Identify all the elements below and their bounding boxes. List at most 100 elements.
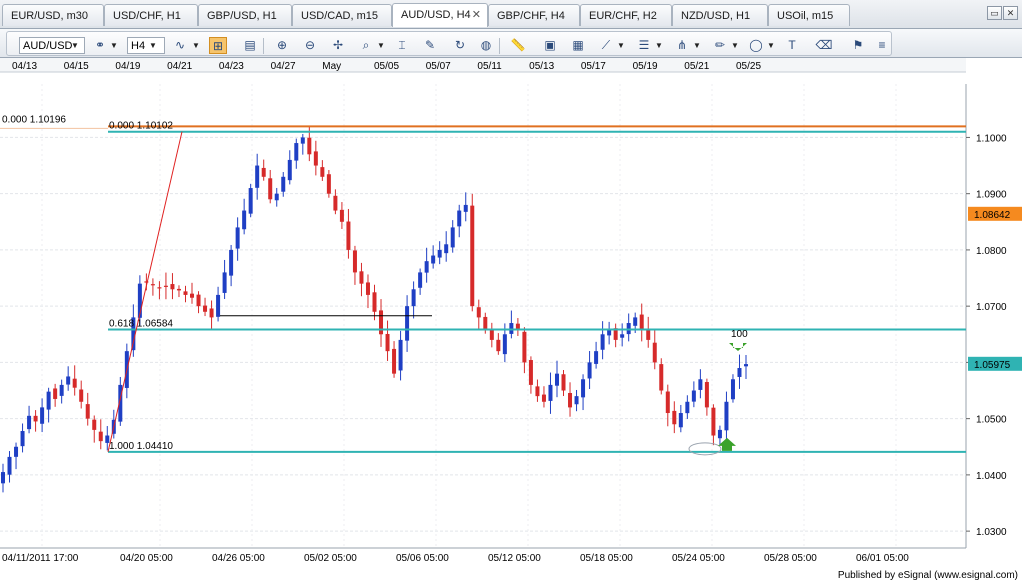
data-window-icon[interactable]: ▤ bbox=[241, 37, 259, 54]
top-date-label: 05/21 bbox=[684, 61, 709, 72]
image-icon[interactable]: ▣ bbox=[541, 37, 559, 54]
candle-body bbox=[711, 407, 716, 436]
candle-body bbox=[411, 289, 416, 307]
candle-body bbox=[659, 364, 664, 391]
candle-body bbox=[274, 193, 279, 201]
candle-body bbox=[72, 378, 77, 388]
candle-body bbox=[170, 284, 175, 290]
candle-body bbox=[737, 368, 742, 377]
zoom-box-icon[interactable]: ⌕ bbox=[357, 37, 375, 54]
candle-body bbox=[20, 431, 25, 447]
tab-eurchf[interactable]: EUR/CHF, H2 bbox=[580, 4, 672, 26]
tab-label: EUR/USD, m30 bbox=[11, 10, 89, 22]
symbol-dropdown-icon[interactable]: ▼ bbox=[71, 41, 79, 50]
properties-icon[interactable]: ⚑ bbox=[849, 37, 867, 54]
top-date-label: May bbox=[322, 61, 341, 72]
candle-body bbox=[698, 379, 703, 390]
chart-type-icon[interactable]: ∿ bbox=[171, 37, 189, 54]
pitchfork-icon[interactable]: ⋔ bbox=[673, 37, 691, 54]
cursor-mode-icon[interactable]: ⊞ bbox=[209, 37, 227, 54]
candle-body bbox=[190, 293, 195, 298]
candle-body bbox=[652, 342, 657, 363]
link-symbols-icon[interactable]: ⚭ bbox=[91, 37, 109, 54]
ellipse-dropdown-icon[interactable]: ▼ bbox=[767, 41, 775, 50]
candle-body bbox=[398, 339, 403, 371]
tab-close-icon[interactable]: ✕ bbox=[472, 4, 481, 26]
pitchfork-dropdown-icon[interactable]: ▼ bbox=[693, 41, 701, 50]
ellipse-icon[interactable]: ◯ bbox=[747, 37, 765, 54]
candle-body bbox=[633, 317, 638, 326]
time-tick-label: 04/20 05:00 bbox=[120, 553, 173, 564]
price-tick-label: 1.0900 bbox=[976, 190, 1007, 201]
tab-nzdusd[interactable]: NZD/USD, H1 bbox=[672, 4, 768, 26]
tab-gbpchf[interactable]: GBP/CHF, H4 bbox=[488, 4, 580, 26]
eraser-icon[interactable]: ⌫ bbox=[815, 37, 833, 54]
candle-body bbox=[515, 323, 520, 329]
tab-label: GBP/USD, H1 bbox=[207, 10, 277, 22]
globe-icon[interactable]: ◍ bbox=[477, 37, 495, 54]
crosshair-icon[interactable]: ✢ bbox=[329, 37, 347, 54]
tab-usoil[interactable]: USOil, m15 bbox=[768, 4, 850, 26]
candle-body bbox=[261, 167, 266, 177]
candle-body bbox=[59, 384, 64, 396]
price-tick-label: 1.0800 bbox=[976, 246, 1007, 257]
candle-body bbox=[620, 334, 625, 338]
price-tick-label: 1.0700 bbox=[976, 302, 1007, 313]
candle-body bbox=[744, 364, 748, 367]
candle-body bbox=[183, 291, 188, 295]
tab-usdcad[interactable]: USD/CAD, m15 bbox=[292, 4, 392, 26]
zoom-in-icon[interactable]: ⊕ bbox=[273, 37, 291, 54]
pen-dropdown-icon[interactable]: ▼ bbox=[731, 41, 739, 50]
zoom-out-icon[interactable]: ⊖ bbox=[301, 37, 319, 54]
cursor-tool-icon[interactable]: ⌶ bbox=[393, 37, 411, 54]
price-chart[interactable]: 04/13 04/15 04/19 04/21 04/23 04/27 May 05/05 05… bbox=[0, 58, 1022, 568]
candle-body bbox=[568, 392, 573, 408]
refresh-icon[interactable]: ↻ bbox=[451, 37, 469, 54]
candle-body bbox=[587, 362, 592, 379]
zoom-dropdown-icon[interactable]: ▼ bbox=[377, 41, 385, 50]
tab-gbpusd[interactable]: GBP/USD, H1 bbox=[198, 4, 292, 26]
annotation-icon[interactable]: ✎ bbox=[421, 37, 439, 54]
candle-body bbox=[33, 415, 38, 422]
time-tick-label: 04/26 05:00 bbox=[212, 553, 265, 564]
ruler-icon[interactable]: 📏 bbox=[509, 37, 527, 54]
top-date-label: 05/19 bbox=[633, 61, 658, 72]
window-icon[interactable]: ▦ bbox=[569, 37, 587, 54]
interval-input[interactable]: H4 bbox=[127, 37, 165, 54]
candle-body bbox=[594, 351, 599, 364]
close-window-button[interactable]: ✕ bbox=[1003, 6, 1018, 20]
candle-body bbox=[163, 285, 168, 287]
candle-body bbox=[333, 195, 338, 211]
tab-audusd[interactable]: AUD/USD, H4 ✕ bbox=[392, 3, 488, 27]
candle-body bbox=[535, 386, 540, 397]
candle-body bbox=[326, 174, 331, 194]
text-tool-icon[interactable]: T bbox=[783, 37, 801, 54]
top-date-label: 04/13 bbox=[12, 61, 37, 72]
candle-body bbox=[528, 360, 533, 385]
trendline-dropdown-icon[interactable]: ▼ bbox=[617, 41, 625, 50]
interval-dropdown-icon[interactable]: ▼ bbox=[149, 41, 157, 50]
candle-body bbox=[313, 151, 318, 166]
candle-body bbox=[685, 401, 690, 414]
fib-retracement-icon[interactable]: ☰ bbox=[635, 37, 653, 54]
restore-window-button[interactable]: ▭ bbox=[987, 6, 1002, 20]
candle-body bbox=[255, 165, 260, 188]
toolbar-separator bbox=[499, 38, 500, 54]
tab-usdchf[interactable]: USD/CHF, H1 bbox=[104, 4, 198, 26]
candle-body bbox=[437, 249, 442, 258]
time-tick-label: 05/28 05:00 bbox=[764, 553, 817, 564]
tab-eurusd[interactable]: EUR/USD, m30 bbox=[2, 4, 104, 26]
fib-label-0-outer: 0.000 1.10196 bbox=[2, 114, 66, 125]
candle-body bbox=[157, 287, 162, 289]
toolbar-more-icon[interactable]: ≡ bbox=[873, 37, 891, 54]
pen-icon[interactable]: ✏ bbox=[711, 37, 729, 54]
trendline-icon[interactable]: ⟋ bbox=[597, 37, 615, 54]
candle-body bbox=[717, 429, 722, 439]
fib-level-618-label: 0.618 1.06584 bbox=[109, 319, 173, 330]
fib-dropdown-icon[interactable]: ▼ bbox=[655, 41, 663, 50]
chart-type-dropdown-icon[interactable]: ▼ bbox=[192, 41, 200, 50]
tab-bar: EUR/USD, m30 USD/CHF, H1 GBP/USD, H1 USD… bbox=[0, 0, 1022, 29]
link-dropdown-icon[interactable]: ▼ bbox=[110, 41, 118, 50]
price-tick-label: 1.0500 bbox=[976, 415, 1007, 426]
time-tick-label: 04/11/2011 17:00 bbox=[2, 553, 79, 564]
